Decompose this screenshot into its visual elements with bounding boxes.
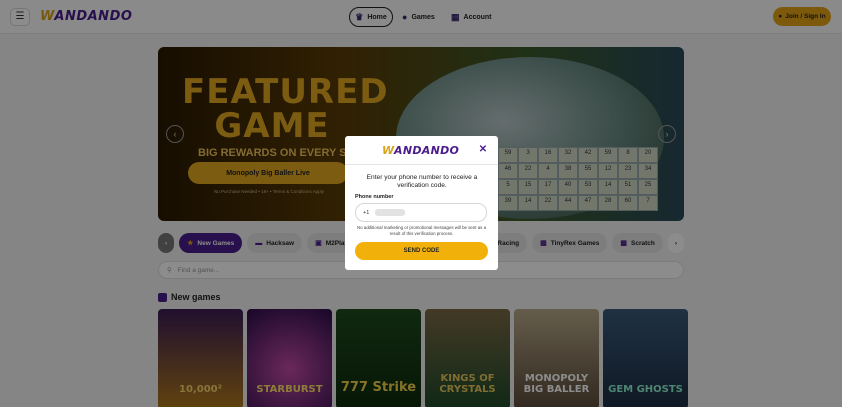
modal-logo: WANDANDO — [382, 144, 460, 157]
phone-label: Phone number — [355, 194, 394, 200]
modal-disclaimer: No additional marketing or promotional m… — [356, 225, 487, 236]
phone-verification-modal: WANDANDO ✕ Enter your phone number to re… — [345, 136, 498, 270]
modal-header: WANDANDO ✕ — [345, 136, 498, 165]
modal-instruction: Enter your phone number to receive a ver… — [366, 174, 478, 189]
send-code-button[interactable]: SEND CODE — [355, 242, 488, 260]
redacted-phone-number — [375, 209, 406, 216]
close-icon[interactable]: ✕ — [477, 143, 489, 157]
country-code: +1 — [363, 209, 370, 216]
phone-number-field[interactable]: +1 — [355, 203, 487, 222]
phone-number-input[interactable] — [411, 209, 472, 216]
